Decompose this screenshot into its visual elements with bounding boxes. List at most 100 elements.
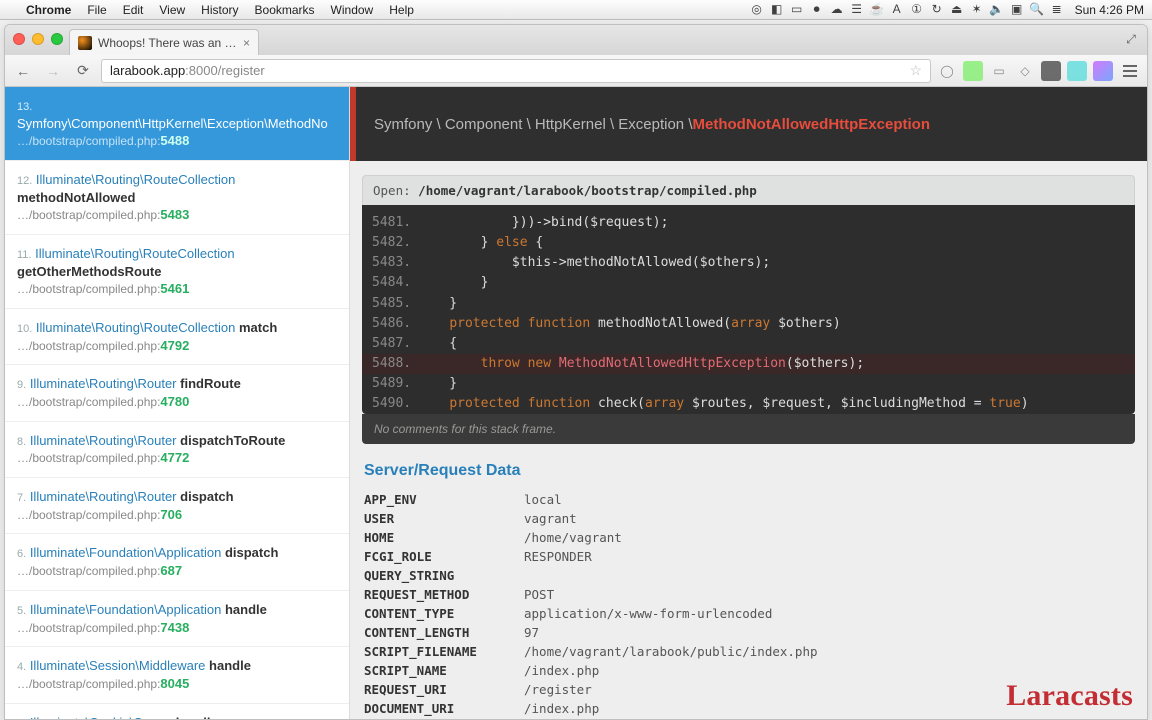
exception-class: MethodNotAllowedHttpException bbox=[693, 116, 930, 133]
frame-class: Illuminate\Routing\RouteCollection bbox=[35, 246, 234, 261]
env-value: /home/vagrant bbox=[524, 528, 818, 547]
back-button[interactable]: ← bbox=[11, 59, 35, 83]
frame-method: handle bbox=[176, 715, 218, 719]
extension-icon[interactable]: ◯ bbox=[937, 61, 957, 81]
address-bar[interactable]: larabook.app:8000/register ☆ bbox=[101, 59, 931, 83]
menu-help[interactable]: Help bbox=[381, 3, 422, 17]
frame-path: …/bootstrap/compiled.php: bbox=[17, 564, 160, 578]
app-name[interactable]: Chrome bbox=[18, 3, 79, 17]
speaker-icon[interactable]: 🔈 bbox=[987, 2, 1007, 17]
minimize-window-icon[interactable] bbox=[32, 33, 44, 45]
search-icon[interactable]: 🔍 bbox=[1027, 2, 1047, 17]
stack-frames: 13. Symfony\Component\HttpKernel\Excepti… bbox=[5, 87, 350, 719]
menu-icon[interactable]: ≣ bbox=[1047, 2, 1067, 17]
extension-icon[interactable] bbox=[963, 61, 983, 81]
forward-button: → bbox=[41, 59, 65, 83]
code-line: 5484. } bbox=[362, 273, 1135, 293]
env-key: REQUEST_URI bbox=[364, 680, 524, 699]
stack-frame[interactable]: 5. Illuminate\Foundation\Application han… bbox=[5, 591, 349, 647]
extension-icon[interactable] bbox=[1093, 61, 1113, 81]
stack-frame[interactable]: 3. Illuminate\Cookie\Queue handle…/boots… bbox=[5, 704, 349, 719]
env-row: CONTENT_LENGTH97 bbox=[364, 623, 818, 642]
extension-icon[interactable] bbox=[1041, 61, 1061, 81]
env-value: vagrant bbox=[524, 509, 818, 528]
env-value: /index.php bbox=[524, 661, 818, 680]
stack-frame[interactable]: 12. Illuminate\Routing\RouteCollection m… bbox=[5, 161, 349, 235]
env-value: application/x-www-form-urlencoded bbox=[524, 604, 818, 623]
stack-frame[interactable]: 9. Illuminate\Routing\Router findRoute…/… bbox=[5, 365, 349, 421]
extension-icon[interactable]: ▭ bbox=[989, 61, 1009, 81]
clock[interactable]: Sun 4:26 PM bbox=[1067, 3, 1152, 17]
stack-frame[interactable]: 7. Illuminate\Routing\Router dispatch…/b… bbox=[5, 478, 349, 534]
record-icon[interactable]: ⏺ bbox=[807, 2, 827, 17]
battery-icon[interactable]: ▣ bbox=[1007, 2, 1027, 17]
frame-index: 12. bbox=[17, 175, 32, 187]
env-row: FCGI_ROLERESPONDER bbox=[364, 547, 818, 566]
menu-file[interactable]: File bbox=[79, 3, 114, 17]
camera-icon[interactable]: ◧ bbox=[767, 2, 787, 17]
wifi-icon[interactable]: ✶ bbox=[967, 2, 987, 17]
stack-frame[interactable]: 6. Illuminate\Foundation\Application dis… bbox=[5, 534, 349, 590]
url-host: larabook.app bbox=[110, 63, 185, 78]
section-title: Server/Request Data bbox=[364, 462, 1133, 480]
reload-button[interactable]: ⟳ bbox=[71, 59, 95, 83]
frame-line: 706 bbox=[160, 507, 182, 522]
env-row: QUERY_STRING bbox=[364, 566, 818, 585]
one-icon[interactable]: ① bbox=[907, 2, 927, 17]
env-row: REQUEST_URI/register bbox=[364, 680, 818, 699]
menu-history[interactable]: History bbox=[193, 3, 246, 17]
code-line: 5485. } bbox=[362, 294, 1135, 314]
display-icon[interactable]: ▭ bbox=[787, 2, 807, 17]
stack-frame[interactable]: 11. Illuminate\Routing\RouteCollection g… bbox=[5, 235, 349, 309]
cloud-icon[interactable]: ☁ bbox=[827, 2, 847, 17]
frame-method: findRoute bbox=[180, 376, 241, 391]
extension-icon[interactable] bbox=[1067, 61, 1087, 81]
frame-line: 5461 bbox=[160, 281, 189, 296]
frame-line: 5488 bbox=[160, 133, 189, 148]
env-key: CONTENT_LENGTH bbox=[364, 623, 524, 642]
env-value: /home/vagrant/larabook/public bbox=[524, 718, 818, 719]
frame-method: match bbox=[239, 320, 277, 335]
window-controls bbox=[13, 33, 63, 45]
bookmark-star-icon[interactable]: ☆ bbox=[909, 62, 922, 79]
code-listing: 5481. }))->bind($request);5482. } else {… bbox=[362, 205, 1135, 414]
stack-frame[interactable]: 8. Illuminate\Routing\Router dispatchToR… bbox=[5, 422, 349, 478]
stack-frame[interactable]: 13. Symfony\Component\HttpKernel\Excepti… bbox=[5, 87, 349, 161]
extension-icon[interactable]: ◇ bbox=[1015, 61, 1035, 81]
server-data-table: APP_ENVlocalUSERvagrantHOME/home/vagrant… bbox=[364, 490, 818, 719]
menu-edit[interactable]: Edit bbox=[115, 3, 152, 17]
env-value: /home/vagrant/larabook/public/index.php bbox=[524, 642, 818, 661]
frame-path: …/bootstrap/compiled.php: bbox=[17, 282, 160, 296]
close-window-icon[interactable] bbox=[13, 33, 25, 45]
env-row: CONTENT_TYPEapplication/x-www-form-urlen… bbox=[364, 604, 818, 623]
frame-method: handle bbox=[225, 602, 267, 617]
refresh-icon[interactable]: ↻ bbox=[927, 2, 947, 17]
zoom-window-icon[interactable] bbox=[51, 33, 63, 45]
eject-icon[interactable]: ⏏ bbox=[947, 2, 967, 17]
A-icon[interactable]: A bbox=[887, 2, 907, 17]
frame-path: …/bootstrap/compiled.php: bbox=[17, 339, 160, 353]
menu-window[interactable]: Window bbox=[323, 3, 382, 17]
tab-close-icon[interactable]: × bbox=[243, 36, 250, 50]
frame-class: Illuminate\Routing\RouteCollection bbox=[36, 172, 235, 187]
whoops-page: 13. Symfony\Component\HttpKernel\Excepti… bbox=[5, 87, 1147, 719]
frame-line: 7438 bbox=[160, 620, 189, 635]
env-value: RESPONDER bbox=[524, 547, 818, 566]
chat-icon[interactable]: ☰ bbox=[847, 2, 867, 17]
env-value: local bbox=[524, 490, 818, 509]
chrome-menu-icon[interactable] bbox=[1119, 60, 1141, 82]
frame-index: 10. bbox=[17, 323, 32, 335]
env-key: FCGI_ROLE bbox=[364, 547, 524, 566]
coffee-icon[interactable]: ☕ bbox=[867, 2, 887, 17]
menu-bookmarks[interactable]: Bookmarks bbox=[247, 3, 323, 17]
stack-frame[interactable]: 10. Illuminate\Routing\RouteCollection m… bbox=[5, 309, 349, 365]
frame-method: dispatch bbox=[180, 489, 233, 504]
frame-class: Symfony\Component\HttpKernel\Exception\M… bbox=[17, 116, 328, 131]
menu-view[interactable]: View bbox=[151, 3, 193, 17]
stack-frame[interactable]: 4. Illuminate\Session\Middleware handle…… bbox=[5, 647, 349, 703]
code-line: 5482. } else { bbox=[362, 233, 1135, 253]
code-line: 5488. throw new MethodNotAllowedHttpExce… bbox=[362, 354, 1135, 374]
fullscreen-icon[interactable]: ⤢ bbox=[1123, 31, 1139, 47]
location-icon[interactable]: ◎ bbox=[747, 2, 767, 17]
browser-tab[interactable]: Whoops! There was an err × bbox=[69, 29, 259, 55]
